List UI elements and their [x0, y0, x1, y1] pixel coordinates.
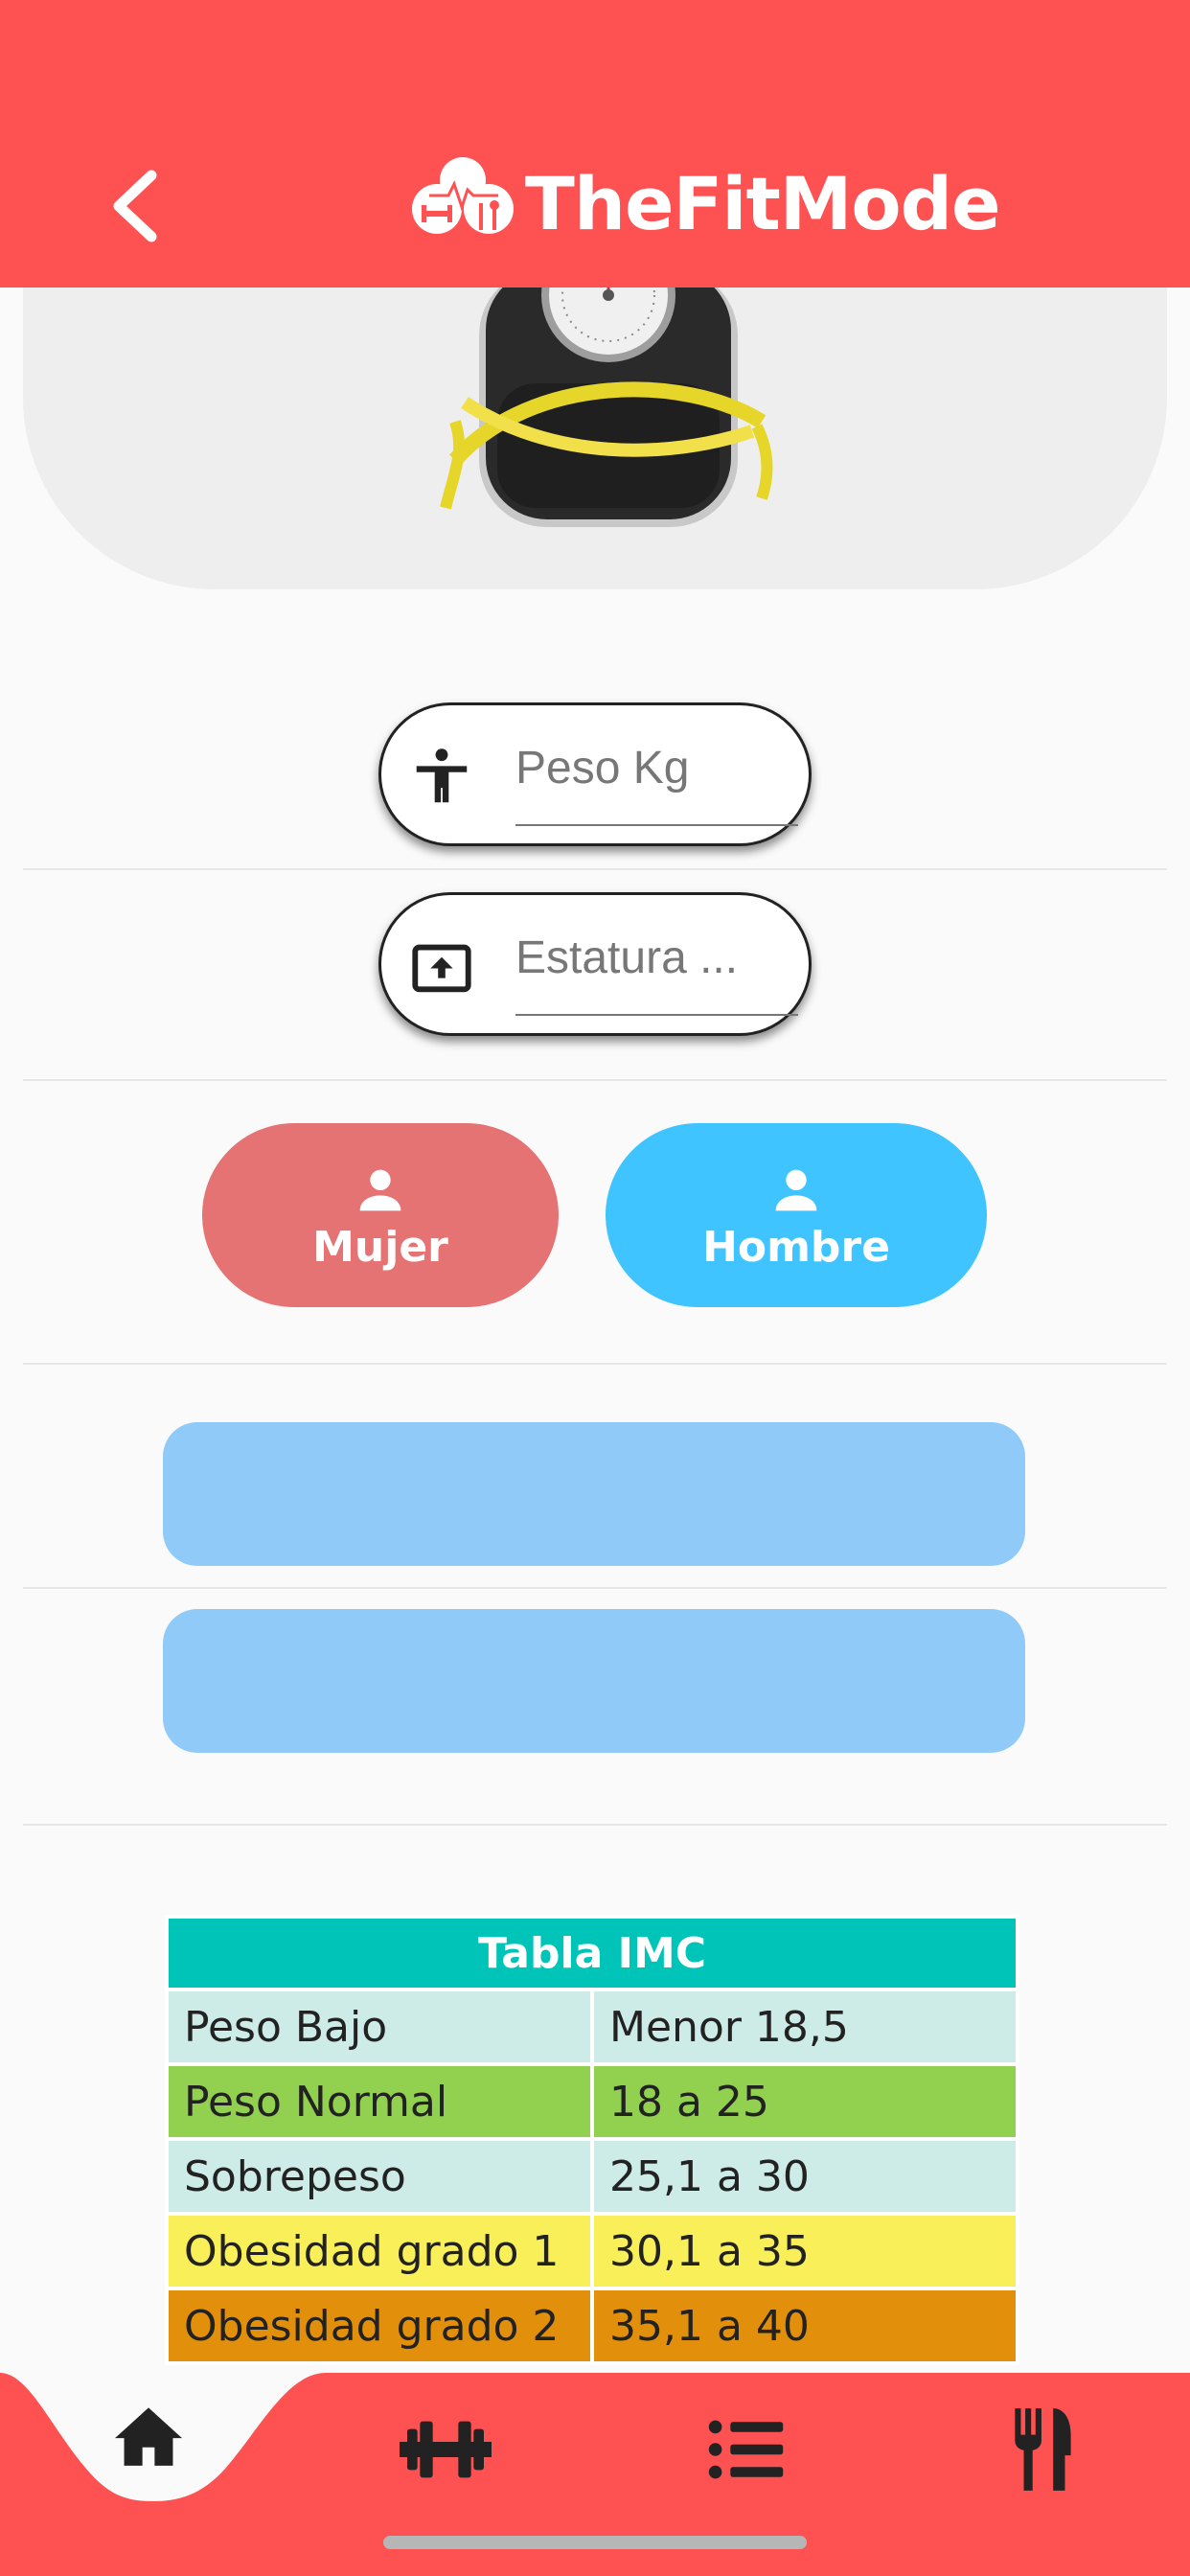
brand-name: TheFitMode: [525, 161, 1001, 246]
person-icon: [359, 1169, 401, 1210]
divider: [23, 1587, 1167, 1589]
imc-label: Peso Bajo: [165, 1988, 594, 2066]
result-button-1[interactable]: [163, 1422, 1025, 1566]
imc-range: 18 a 25: [590, 2062, 1019, 2141]
height-field[interactable]: [378, 892, 812, 1036]
table-row: Obesidad grado 2 35,1 a 40: [165, 2287, 1019, 2365]
nav-list[interactable]: [688, 2406, 803, 2493]
imc-range: 30,1 a 35: [590, 2212, 1019, 2290]
imc-range: 35,1 a 40: [590, 2287, 1019, 2365]
imc-table-title: Tabla IMC: [165, 1915, 1019, 1991]
nav-workouts[interactable]: [388, 2406, 503, 2493]
bathroom-scale-image: [440, 268, 773, 527]
table-row: Peso Normal 18 a 25: [165, 2062, 1019, 2141]
brand: TheFitMode: [410, 151, 1001, 257]
app-header: TheFitMode: [0, 0, 1190, 288]
weight-input[interactable]: [515, 734, 774, 801]
female-label: Mujer: [312, 1222, 448, 1272]
imc-range: 25,1 a 30: [590, 2137, 1019, 2216]
imc-label: Obesidad grado 2: [165, 2287, 594, 2365]
weight-field[interactable]: [378, 702, 812, 846]
male-button[interactable]: Hombre: [606, 1123, 987, 1307]
imc-label: Obesidad grado 1: [165, 2212, 594, 2290]
person-icon: [775, 1169, 817, 1210]
back-button[interactable]: [96, 163, 172, 249]
imc-label: Peso Normal: [165, 2062, 594, 2141]
home-icon: [115, 2407, 182, 2466]
divider: [23, 1363, 1167, 1365]
utensils-icon: [1015, 2408, 1071, 2491]
divider: [23, 1079, 1167, 1081]
accessibility-icon: [416, 748, 468, 803]
height-input[interactable]: [515, 924, 774, 991]
female-button[interactable]: Mujer: [202, 1123, 559, 1307]
table-row: Sobrepeso 25,1 a 30: [165, 2137, 1019, 2216]
nav-meals[interactable]: [987, 2402, 1102, 2497]
height-underline: [515, 1014, 798, 1016]
imc-range: Menor 18,5: [590, 1988, 1019, 2066]
divider: [23, 868, 1167, 870]
result-button-2[interactable]: [163, 1609, 1025, 1753]
home-indicator: [383, 2536, 807, 2549]
list-icon: [708, 2420, 784, 2479]
male-label: Hombre: [702, 1222, 890, 1272]
imc-table: Tabla IMC Peso Bajo Menor 18,5 Peso Norm…: [165, 1915, 1019, 2365]
imc-label: Sobrepeso: [165, 2137, 594, 2216]
chevron-left-icon: [113, 170, 157, 242]
height-upload-icon: [412, 944, 471, 993]
divider: [23, 1824, 1167, 1826]
table-row: Obesidad grado 1 30,1 a 35: [165, 2212, 1019, 2290]
dumbbell-icon: [400, 2421, 492, 2478]
table-row: Peso Bajo Menor 18,5: [165, 1988, 1019, 2066]
weight-underline: [515, 824, 798, 826]
brand-logo-icon: [412, 157, 514, 234]
